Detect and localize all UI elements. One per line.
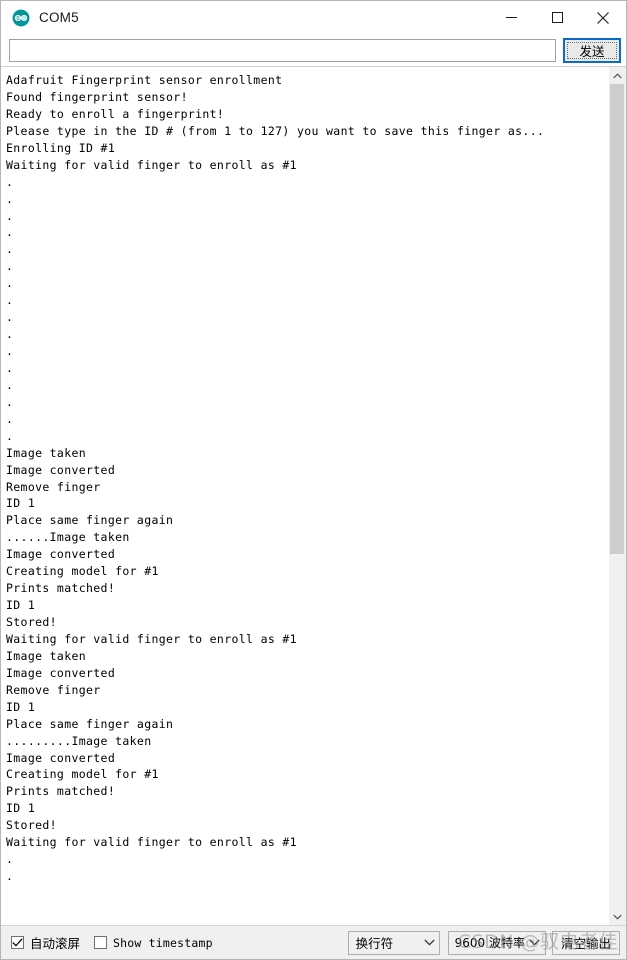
check-icon xyxy=(12,938,23,947)
send-button[interactable]: 发送 xyxy=(563,38,621,63)
console-area: Adafruit Fingerprint sensor enrollment Fo… xyxy=(1,66,626,925)
scroll-up-button[interactable] xyxy=(609,67,626,84)
console-line: Image converted xyxy=(6,462,116,477)
chevron-up-icon xyxy=(613,72,622,78)
console-line: . xyxy=(6,259,14,274)
console-line: Image taken xyxy=(6,648,87,663)
console-line: . xyxy=(6,344,14,358)
console-line: Image converted xyxy=(6,665,116,680)
console-line: . xyxy=(6,191,14,206)
console-line: Image converted xyxy=(6,750,116,765)
window-title: COM5 xyxy=(39,10,79,25)
arduino-logo-icon xyxy=(12,9,30,26)
maximize-icon xyxy=(551,12,563,23)
console-line: ......Image taken xyxy=(6,530,130,545)
close-button[interactable] xyxy=(580,1,626,34)
autoscroll-checkbox-box xyxy=(11,936,24,949)
console-line: Enrolling ID #1 xyxy=(6,140,116,155)
window-controls xyxy=(488,1,626,34)
console-line: Waiting for valid finger to enroll as #1 xyxy=(6,835,297,850)
console-line: . xyxy=(6,208,14,223)
serial-output[interactable]: Adafruit Fingerprint sensor enrollment Fo… xyxy=(1,67,608,925)
title-bar: COM5 xyxy=(1,1,626,35)
chevron-down-icon xyxy=(529,939,540,946)
autoscroll-checkbox[interactable]: 自动滚屏 xyxy=(11,933,80,952)
vertical-scrollbar[interactable] xyxy=(608,67,626,925)
console-line: Prints matched! xyxy=(6,784,116,799)
send-button-label: 发送 xyxy=(579,44,605,59)
console-line: . xyxy=(6,310,14,325)
minimize-button[interactable] xyxy=(488,1,534,34)
autoscroll-label: 自动滚屏 xyxy=(30,936,81,951)
show-timestamp-checkbox[interactable]: Show timestamp xyxy=(94,936,213,950)
console-line: Found fingerprint sensor! xyxy=(6,89,188,104)
console-line: . xyxy=(6,225,14,240)
console-line: Place same finger again xyxy=(6,716,174,731)
baud-rate-select[interactable]: 9600 波特率 xyxy=(447,930,546,955)
scrollbar-thumb[interactable] xyxy=(610,84,624,554)
console-line: .........Image taken xyxy=(6,733,152,748)
console-line: Please type in the ID # (from 1 to 127) … xyxy=(6,123,545,138)
serial-send-input[interactable] xyxy=(9,39,556,62)
console-line: . xyxy=(6,852,14,867)
console-line: . xyxy=(6,174,14,189)
console-line: . xyxy=(6,428,14,443)
console-line: . xyxy=(6,327,14,342)
console-line: Creating model for #1 xyxy=(6,767,159,782)
status-bar: 自动滚屏 Show timestamp 换行符 9600 波特率 清空输出 CS… xyxy=(1,925,626,959)
console-line: . xyxy=(6,360,14,375)
console-line: Waiting for valid finger to enroll as #1 xyxy=(6,631,297,646)
serial-monitor-window: COM5 发送 Adafruit Fingerprint sensor enro… xyxy=(0,0,627,960)
baud-rate-value: 9600 波特率 xyxy=(454,936,525,950)
chevron-down-icon xyxy=(423,939,435,946)
clear-output-button[interactable]: 清空输出 xyxy=(551,930,620,955)
console-line: Image taken xyxy=(6,445,87,460)
console-line: . xyxy=(6,411,14,426)
console-line: ID 1 xyxy=(6,801,36,816)
console-line: . xyxy=(6,394,14,409)
console-line: Stored! xyxy=(6,615,57,629)
line-ending-select[interactable]: 换行符 xyxy=(347,930,440,955)
maximize-button[interactable] xyxy=(534,1,580,34)
console-line: ID 1 xyxy=(6,699,36,714)
console-line: . xyxy=(6,242,14,257)
close-icon xyxy=(597,11,609,24)
console-line: Place same finger again xyxy=(6,513,174,528)
console-line: Remove finger xyxy=(6,682,101,697)
console-line: Image converted xyxy=(6,547,116,562)
console-line: Ready to enroll a fingerprint! xyxy=(6,106,225,121)
chevron-down-icon xyxy=(613,914,622,920)
send-bar: 发送 xyxy=(1,35,626,66)
minimize-icon xyxy=(505,17,517,18)
console-line: . xyxy=(6,276,14,291)
console-line: Prints matched! xyxy=(6,581,116,596)
show-timestamp-checkbox-box xyxy=(94,936,108,949)
console-line: . xyxy=(6,869,14,884)
console-line: Waiting for valid finger to enroll as #1 xyxy=(6,157,297,172)
console-line: Stored! xyxy=(6,818,57,833)
console-line: . xyxy=(6,377,14,392)
scroll-down-button[interactable] xyxy=(609,908,626,925)
line-ending-value: 换行符 xyxy=(355,936,394,951)
show-timestamp-label: Show timestamp xyxy=(113,935,213,950)
console-line: Remove finger xyxy=(6,479,101,494)
console-line: ID 1 xyxy=(6,496,36,511)
scrollbar-track[interactable] xyxy=(609,84,626,908)
clear-output-label: 清空输出 xyxy=(560,936,611,951)
console-line: . xyxy=(6,293,14,308)
console-line: Adafruit Fingerprint sensor enrollment xyxy=(6,73,283,87)
console-line: Creating model for #1 xyxy=(6,564,159,579)
console-line: ID 1 xyxy=(6,598,36,613)
